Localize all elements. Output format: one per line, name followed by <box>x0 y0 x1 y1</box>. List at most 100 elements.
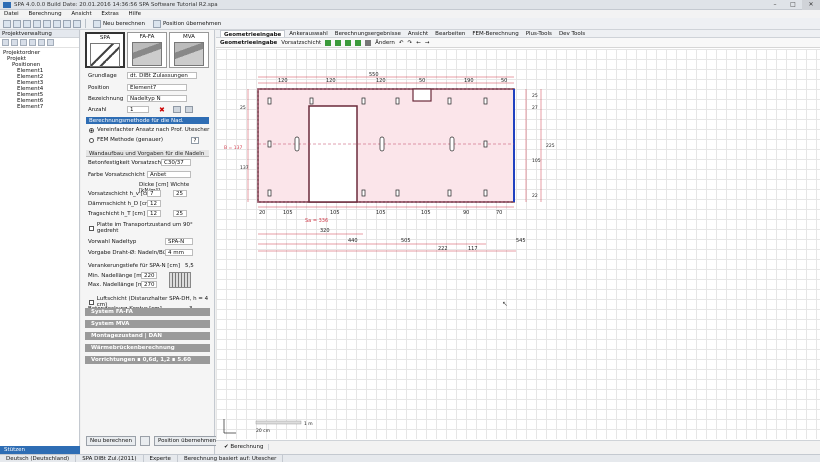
new-calc-button[interactable]: Neu berechnen <box>90 19 148 28</box>
anzahl-input[interactable]: 1 <box>127 106 149 113</box>
minimize-icon[interactable]: – <box>766 0 784 10</box>
max-length-input[interactable]: 270 <box>141 281 157 288</box>
radio-fem[interactable]: FEM Methode (genauer) <box>89 137 163 143</box>
berechnung-tab[interactable]: ✔ Berechnung <box>220 444 269 450</box>
menu-hilfe[interactable]: Hilfe <box>125 10 146 18</box>
tab-plus-tools[interactable]: Plus-Tools <box>523 30 555 37</box>
daemmschicht-dicke-input[interactable]: 12 <box>147 200 161 207</box>
tab-bearbeiten[interactable]: Bearbeiten <box>432 30 468 37</box>
measure-icon[interactable] <box>365 39 372 46</box>
opening-tool-icon[interactable] <box>345 39 352 46</box>
anchor-marker <box>483 97 488 105</box>
arrow-right-icon[interactable]: → <box>425 40 430 46</box>
system-spa-button[interactable]: SPA <box>85 32 125 68</box>
anchor-marker <box>447 97 452 105</box>
vorsatzschicht-wichte-input[interactable]: 25 <box>173 190 187 197</box>
print-preview-icon[interactable] <box>53 19 61 28</box>
close-icon[interactable]: ✕ <box>802 0 820 10</box>
stuetzen-tab[interactable]: Stützen <box>0 446 80 454</box>
position-input[interactable]: Element7 <box>127 84 187 91</box>
help-icon[interactable] <box>73 19 81 28</box>
radio-utescher[interactable]: Vereinfachter Ansatz nach Prof. Utescher <box>89 127 209 133</box>
up-icon[interactable] <box>29 39 36 46</box>
status-language: Deutsch (Deutschland) <box>0 455 77 462</box>
delete-icon[interactable] <box>20 39 27 46</box>
beton-select[interactable]: C30/37 <box>161 159 191 166</box>
save-icon[interactable] <box>23 19 31 28</box>
tab-dev-tools[interactable]: Dev Tools <box>556 30 588 37</box>
section-montage[interactable]: Montagezustand | DAN <box>85 332 210 340</box>
subtab-geometrieeingabe[interactable]: Geometrieeingabe <box>220 40 277 46</box>
add-icon[interactable] <box>2 39 9 46</box>
min-length-input[interactable]: 220 <box>141 272 157 279</box>
folder-icon[interactable] <box>47 39 54 46</box>
system-fafa-button[interactable]: FA-FA <box>127 32 167 68</box>
vorsatzschicht-dicke-input[interactable]: 7 <box>147 190 161 197</box>
tab-ansicht[interactable]: Ansicht <box>405 30 431 37</box>
neu-berechnen-button[interactable]: Neu berechnen <box>86 436 136 446</box>
anchor-marker <box>379 136 385 152</box>
section-waermebruecke[interactable]: Wärmebrückenberechnung <box>85 344 210 352</box>
maximize-icon[interactable]: □ <box>784 0 802 10</box>
tragschicht-dicke-input[interactable]: 12 <box>147 210 161 217</box>
anchor-marker <box>267 189 272 197</box>
copy-icon[interactable] <box>173 106 181 113</box>
tab-ankerauswahl[interactable]: Ankerauswahl <box>286 30 331 37</box>
save-as-icon[interactable] <box>33 19 41 28</box>
redo-icon[interactable]: ↷ <box>408 40 413 46</box>
down-icon[interactable] <box>38 39 45 46</box>
tragschicht-wichte-input[interactable]: 25 <box>173 210 187 217</box>
change-button[interactable]: Ändern <box>375 40 395 46</box>
section-vorrichtungen[interactable]: Vorrichtungen ∎ 0,6d, 1,2 ∎ 5.60 <box>85 356 210 364</box>
lock-icon[interactable] <box>140 436 150 446</box>
menu-berechnung[interactable]: Berechnung <box>24 10 65 18</box>
subtab-vorsatzschicht[interactable]: Vorsatzschicht <box>281 40 321 46</box>
project-panel-tools <box>0 38 79 48</box>
apply-position-button[interactable]: Position übernehmen <box>150 19 224 28</box>
dim-right-1: 25 <box>532 93 538 99</box>
menu-extras[interactable]: Extras <box>97 10 122 18</box>
delete-red-icon[interactable]: ✖ <box>159 106 165 114</box>
poly-tool-icon[interactable] <box>355 39 362 46</box>
tab-fem[interactable]: FEM-Berechnung <box>469 30 521 37</box>
export-icon[interactable] <box>63 19 71 28</box>
farbe-select[interactable]: Anbet <box>147 171 191 178</box>
tab-berechnungsergebnisse[interactable]: Berechnungsergebnisse <box>332 30 404 37</box>
rect-tool-icon[interactable] <box>335 39 342 46</box>
section-system-mva[interactable]: System MVA <box>85 320 210 328</box>
section-system-fafa[interactable]: System FA-FA <box>85 308 210 316</box>
vorgabe-select[interactable]: 4 mm <box>165 249 193 256</box>
mouse-cursor-icon: ↖ <box>502 300 508 308</box>
project-panel-header: Projektverwaltung <box>0 30 79 38</box>
arrow-left-icon[interactable]: ← <box>416 40 421 46</box>
vorwahl-label: Vorwahl Nadeltyp <box>88 239 137 245</box>
open-folder-icon[interactable] <box>13 19 21 28</box>
drawing-canvas[interactable]: 550 120 120 120 50 190 50 20 105 105 105… <box>216 49 820 439</box>
platte-checkbox[interactable]: Platte im Transportzustand um 90° gedreh… <box>89 222 210 234</box>
tragschicht-label: Tragschicht h_T [cm] <box>88 211 146 217</box>
verankerung-value[interactable]: 5,5 <box>185 263 194 269</box>
undo-icon[interactable]: ↶ <box>399 40 404 46</box>
position-label: Position <box>88 85 110 91</box>
system-mva-button[interactable]: MVA <box>169 32 209 68</box>
tree-item-element7[interactable]: Element7 <box>3 104 76 110</box>
menu-ansicht[interactable]: Ansicht <box>67 10 95 18</box>
checkbox-icon <box>89 225 94 231</box>
print-icon[interactable] <box>43 19 51 28</box>
copy-icon[interactable] <box>11 39 18 46</box>
dim-440: 440 <box>348 238 358 244</box>
draw-tool-icon[interactable] <box>325 39 332 46</box>
apply-position-label: Position übernehmen <box>163 20 222 27</box>
menu-datei[interactable]: Datei <box>0 10 23 18</box>
tab-geometrieeingabe[interactable]: Geometrieeingabe <box>220 30 286 38</box>
vorwahl-select[interactable]: SPA-N <box>165 238 193 245</box>
new-file-icon[interactable] <box>3 19 11 28</box>
bezeichnung-input[interactable]: Nadeltyp N <box>127 95 187 102</box>
dim-top-3: 120 <box>376 78 386 84</box>
input-form: Grundlage dt. DIBt Zulassungen Position … <box>85 72 210 452</box>
list-icon[interactable] <box>185 106 193 113</box>
grundlage-select[interactable]: dt. DIBt Zulassungen <box>127 72 197 79</box>
help-icon[interactable]: ? <box>191 137 199 144</box>
anchor-marker <box>267 97 272 105</box>
position-uebernehmen-button[interactable]: Position übernehmen <box>154 436 221 446</box>
